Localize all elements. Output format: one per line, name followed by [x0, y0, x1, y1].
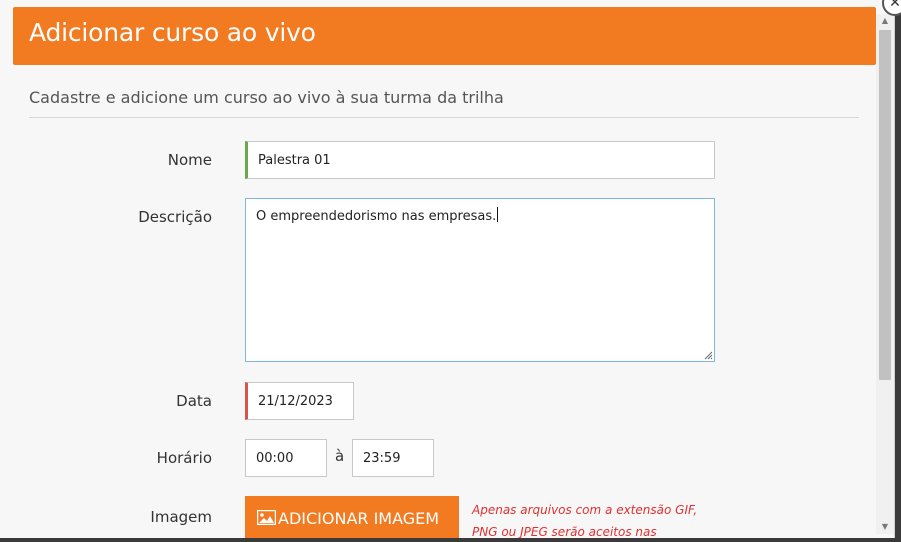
add-image-button[interactable]: ADICIONAR IMAGEM [245, 496, 459, 538]
add-image-button-label: ADICIONAR IMAGEM [278, 509, 440, 528]
text-caret [497, 207, 499, 222]
image-hint-text: Apenas arquivos com a extensão GIF, PNG … [472, 503, 698, 538]
data-label: Data [176, 392, 212, 410]
chevron-down-icon[interactable]: ▼ [880, 522, 890, 532]
nome-input-value: Palestra 01 [258, 152, 331, 168]
nome-input[interactable]: Palestra 01 [245, 141, 715, 179]
horario-start-input[interactable]: 00:00 [245, 439, 327, 477]
data-input[interactable]: 21/12/2023 [245, 382, 354, 420]
image-icon [257, 510, 276, 525]
modal-title: Adicionar curso ao vivo [29, 18, 316, 47]
modal-header: Adicionar curso ao vivo [13, 7, 876, 65]
header-divider [29, 117, 859, 118]
scrollbar-thumb[interactable] [879, 30, 891, 380]
chevron-up-icon[interactable]: ▲ [880, 16, 890, 26]
add-live-course-modal: Adicionar curso ao vivo Cadastre e adici… [0, 0, 895, 538]
horario-end-input[interactable]: 23:59 [352, 439, 434, 477]
descricao-label: Descrição [138, 208, 212, 226]
horario-start-value: 00:00 [256, 450, 294, 466]
resize-grip-icon[interactable] [704, 351, 713, 360]
horario-end-value: 23:59 [363, 450, 401, 466]
modal-subtitle: Cadastre e adicione um curso ao vivo à s… [29, 88, 504, 107]
nome-label: Nome [167, 151, 212, 169]
imagem-label: Imagem [150, 508, 212, 526]
horario-label: Horário [156, 449, 212, 467]
data-input-value: 21/12/2023 [258, 393, 333, 409]
horario-separator: à [335, 447, 345, 465]
descricao-textarea-value: O empreendedorismo nas empresas. [256, 209, 497, 224]
modal-scrollbar[interactable]: ▲ ▼ [876, 14, 894, 534]
descricao-textarea[interactable]: O empreendedorismo nas empresas. [245, 198, 715, 362]
